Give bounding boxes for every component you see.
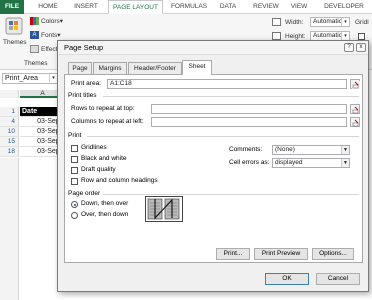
page-order-preview-icon (145, 196, 183, 222)
height-label: Height: (285, 33, 306, 40)
tab-file[interactable]: FILE (0, 0, 24, 14)
height-icon (272, 32, 283, 40)
print-area-collapse-button[interactable] (350, 79, 360, 89)
draft-quality-checkbox[interactable] (71, 167, 78, 174)
comments-dropdown[interactable]: (None) ▼ (272, 145, 350, 155)
row-col-headings-label: Row and column headings (81, 177, 158, 184)
print-area-field[interactable]: A1:C18 (107, 79, 347, 89)
name-box[interactable]: Print_Area ▾ (2, 73, 58, 84)
ok-button[interactable]: OK (265, 273, 309, 285)
tab-insert[interactable]: INSERT (70, 0, 102, 14)
row-header-filler (0, 158, 19, 300)
row-header[interactable]: 18 (0, 147, 19, 157)
cols-repeat-label: Columns to repeat at left: (71, 118, 144, 125)
down-then-over-label: Down, then over (81, 200, 129, 207)
print-area-label: Print area: (71, 80, 101, 87)
dialog-title: Page Setup (64, 43, 104, 52)
comments-label: Comments: (229, 146, 263, 153)
tab-home[interactable]: HOME (34, 0, 62, 14)
fonts-button[interactable]: A Fonts▾ (30, 31, 61, 40)
draft-quality-label: Draft quality (81, 166, 116, 173)
row-header[interactable]: 4 (0, 117, 19, 127)
cell-errors-label: Cell errors as: (229, 159, 270, 166)
cols-repeat-collapse-button[interactable] (350, 117, 360, 127)
tab-review[interactable]: REVIEW (250, 0, 282, 14)
themes-button[interactable] (3, 17, 25, 39)
themes-label: Themes (3, 39, 27, 46)
tab-developer[interactable]: DEVELOPER (322, 0, 366, 14)
black-white-checkbox[interactable] (71, 156, 78, 163)
tab-page-layout[interactable]: PAGE LAYOUT (108, 0, 163, 14)
range-select-icon (352, 119, 359, 127)
close-button[interactable]: x (356, 43, 366, 52)
range-select-icon (352, 81, 360, 89)
print-titles-label: Print titles (68, 92, 97, 99)
down-then-over-radio[interactable] (71, 201, 78, 208)
cell-errors-dropdown[interactable]: displayed ▼ (272, 158, 350, 168)
rows-repeat-label: Rows to repeat at top: (71, 105, 135, 112)
fonts-icon: A (30, 31, 39, 40)
tab-data[interactable]: DATA (216, 0, 240, 14)
chevron-down-icon: ▼ (341, 159, 349, 167)
gridlines-group-label: Gridl (355, 19, 369, 26)
row-header[interactable]: 10 (0, 127, 19, 137)
tab-view[interactable]: VIEW (288, 0, 310, 14)
cols-repeat-field[interactable] (151, 117, 347, 127)
row-header[interactable]: 1 (0, 107, 19, 117)
row-header[interactable]: 15 (0, 137, 19, 147)
width-icon (272, 18, 283, 26)
gridlines-checkbox[interactable] (71, 145, 78, 152)
width-combo[interactable]: Automatic ▾ (310, 17, 350, 27)
tab-sheet[interactable]: Sheet (182, 60, 212, 75)
over-then-down-label: Over, then down (81, 211, 129, 218)
tab-page[interactable]: Page (68, 62, 92, 74)
print-button[interactable]: Print... (216, 248, 250, 260)
ribbon-tab-bar: FILE HOME INSERT PAGE LAYOUT FORMULAS DA… (0, 0, 372, 14)
page-order-divider (103, 194, 359, 195)
colors-icon (30, 17, 39, 26)
row-col-headings-checkbox[interactable] (71, 178, 78, 185)
options-button[interactable]: Options... (312, 248, 354, 260)
tab-formulas[interactable]: FORMULAS (168, 0, 210, 14)
range-select-icon (352, 106, 359, 114)
gridlines-view-checkbox[interactable] (358, 33, 365, 40)
print-preview-button[interactable]: Print Preview (254, 248, 308, 260)
themes-group-label: Themes (24, 60, 48, 67)
page-setup-dialog: Page Setup ? x Page Margins Header/Foote… (57, 40, 369, 292)
black-white-label: Black and white (81, 155, 127, 162)
rows-repeat-field[interactable] (151, 104, 347, 114)
print-divider (87, 136, 359, 137)
select-all-corner[interactable] (0, 90, 19, 98)
gridlines-label: Gridlines (81, 144, 107, 151)
colors-button[interactable]: Colors▾ (30, 17, 63, 26)
dialog-title-bar[interactable]: Page Setup ? x (58, 41, 368, 55)
effects-icon (30, 45, 39, 53)
over-then-down-radio[interactable] (71, 212, 78, 219)
tab-margins[interactable]: Margins (93, 62, 127, 74)
cancel-button[interactable]: Cancel (316, 273, 360, 285)
sheet-tab-panel: Print area: A1:C18 Print titles Rows to … (64, 74, 363, 263)
rows-repeat-collapse-button[interactable] (350, 104, 360, 114)
print-titles-divider (103, 96, 359, 97)
chevron-down-icon: ▼ (341, 146, 349, 154)
print-section-label: Print (68, 132, 82, 139)
page-order-label: Page order (68, 190, 101, 197)
help-button[interactable]: ? (344, 43, 354, 52)
tab-header-footer[interactable]: Header/Footer (128, 62, 182, 74)
width-label: Width: (285, 19, 304, 26)
themes-icon (5, 17, 23, 35)
